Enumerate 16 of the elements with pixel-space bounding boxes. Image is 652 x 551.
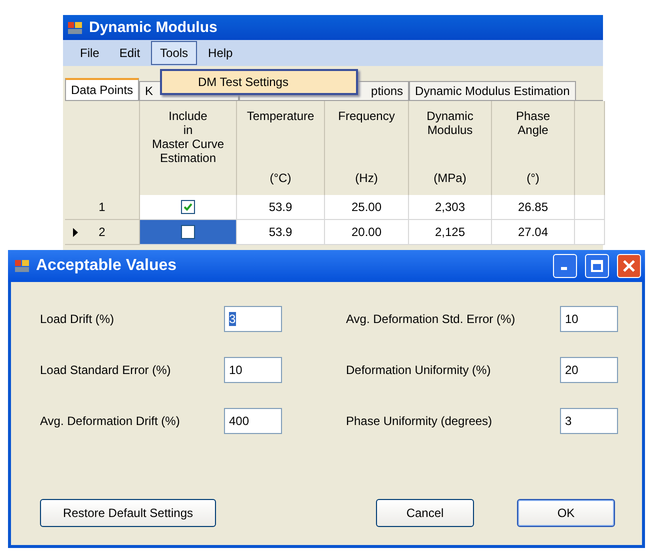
field-label: Avg. Deformation Drift (%) [40,414,181,428]
table-cell: 53.9 [237,220,325,245]
field-label: Phase Uniformity (degrees) [346,414,494,428]
window-title: Dynamic Modulus [89,19,218,36]
field-label: Avg. Deformation Std. Error (%) [346,312,516,326]
table-cell: 2,303 [409,195,492,220]
table-cell: 2,125 [409,220,492,245]
table-cell: 27.04 [492,220,575,245]
table-cell: 25.00 [325,195,409,220]
field-label: Deformation Uniformity (%) [346,363,492,377]
table-cell: 26.85 [492,195,575,220]
table-cell: 20.00 [325,220,409,245]
window-title: Acceptable Values [36,257,178,275]
table-cell: 53.9 [237,195,325,220]
field-label: Load Standard Error (%) [40,363,172,377]
field-label: Load Drift (%) [40,312,116,326]
